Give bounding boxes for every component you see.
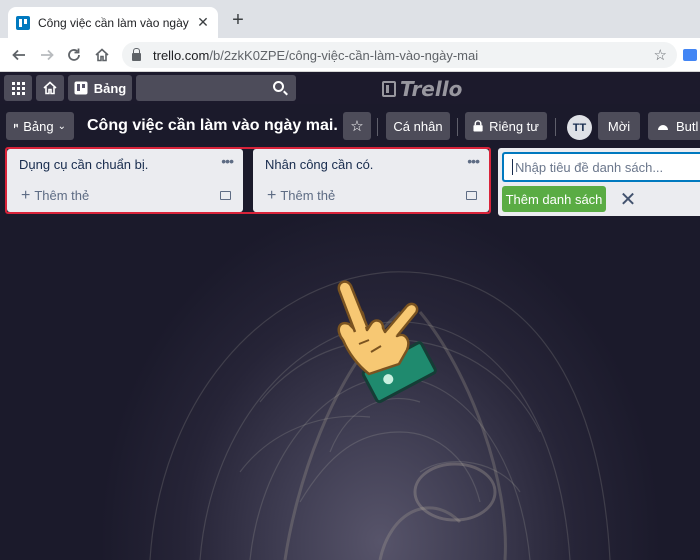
- plus-icon: +: [21, 187, 31, 204]
- add-card-label: Thêm thẻ: [34, 188, 90, 203]
- team-label: Cá nhân: [393, 118, 443, 134]
- butler-icon: [657, 125, 669, 131]
- visibility-label: Riêng tư: [489, 118, 539, 134]
- trello-logo-text: Trello: [400, 77, 463, 101]
- list-2[interactable]: Nhân công cần có. ••• + Thêm thẻ: [253, 149, 489, 212]
- apps-grid-icon[interactable]: [4, 75, 32, 101]
- new-tab-button[interactable]: +: [228, 10, 248, 30]
- invite-button[interactable]: Mời: [598, 112, 640, 140]
- star-icon: ☆: [350, 118, 364, 135]
- close-icon[interactable]: ✕: [618, 186, 638, 212]
- list-title[interactable]: Dụng cụ cần chuẩn bị.: [19, 157, 148, 172]
- more-options-icon[interactable]: •••: [467, 153, 480, 169]
- trello-logo[interactable]: Trello: [382, 77, 462, 101]
- bookmark-star-icon[interactable]: ☆: [654, 46, 667, 64]
- plus-icon: +: [267, 187, 277, 204]
- add-card-button[interactable]: + Thêm thẻ: [267, 187, 335, 205]
- board-icon: [74, 81, 88, 95]
- butler-label: Butl: [676, 118, 699, 134]
- avatar[interactable]: TT: [567, 115, 592, 140]
- url-text: trello.com/b/2zkK0ZPE/công-việc-cần-làm-…: [153, 47, 479, 63]
- list-title[interactable]: Nhân công cần có.: [265, 157, 373, 172]
- house-icon: [43, 81, 57, 95]
- add-list-button[interactable]: Thêm danh sách: [502, 186, 606, 212]
- trello-board-page: Bảng Trello Bảng ⌄ Công việc cần làm vào…: [0, 72, 700, 560]
- card-template-icon[interactable]: [220, 191, 231, 200]
- board-view-icon: [14, 123, 19, 129]
- card-template-icon[interactable]: [466, 191, 477, 200]
- browser-tab-strip: Công việc cần làm vào ngày mai. ✕ +: [0, 0, 700, 38]
- divider: [377, 118, 378, 136]
- extension-icon[interactable]: [683, 49, 697, 61]
- star-board-button[interactable]: ☆: [343, 112, 371, 140]
- trello-logo-icon: [382, 81, 396, 97]
- chevron-down-icon: ⌄: [57, 120, 66, 132]
- trello-favicon-icon: [16, 15, 30, 30]
- lock-icon: [473, 120, 483, 132]
- home-icon[interactable]: [91, 44, 113, 66]
- browser-toolbar: trello.com/b/2zkK0ZPE/công-việc-cần-làm-…: [0, 38, 700, 72]
- search-icon[interactable]: [273, 81, 284, 92]
- list-1[interactable]: Dụng cụ cần chuẩn bị. ••• + Thêm thẻ: [7, 149, 243, 212]
- visibility-button[interactable]: Riêng tư: [465, 112, 547, 140]
- add-card-label: Thêm thẻ: [280, 188, 336, 203]
- list-title-input[interactable]: Nhập tiêu đề danh sách...: [502, 152, 700, 182]
- board-header: Bảng ⌄ Công việc cần làm vào ngày mai. ☆…: [0, 110, 700, 142]
- board-title[interactable]: Công việc cần làm vào ngày mai.: [87, 117, 338, 135]
- search-input[interactable]: [136, 75, 296, 101]
- divider: [457, 118, 458, 136]
- text-caret: [512, 159, 513, 175]
- reload-icon[interactable]: [63, 44, 85, 66]
- pointing-hand-icon: [337, 280, 437, 404]
- divider: [555, 118, 556, 136]
- add-list-composer: Nhập tiêu đề danh sách... Thêm danh sách…: [498, 148, 700, 216]
- trello-header: Bảng Trello: [0, 72, 700, 104]
- board-menu-button[interactable]: Bảng ⌄: [6, 112, 74, 140]
- butler-button[interactable]: Butl: [648, 112, 700, 140]
- boards-label: Bảng: [93, 80, 127, 96]
- boards-button[interactable]: Bảng: [68, 75, 132, 101]
- back-icon[interactable]: [8, 44, 30, 66]
- board-menu-label: Bảng: [23, 118, 54, 134]
- avatar-initials: TT: [572, 121, 587, 134]
- add-card-button[interactable]: + Thêm thẻ: [21, 187, 89, 205]
- home-button[interactable]: [36, 75, 64, 101]
- team-button[interactable]: Cá nhân: [386, 112, 450, 140]
- list-title-placeholder: Nhập tiêu đề danh sách...: [515, 159, 664, 175]
- lock-icon: [132, 48, 141, 61]
- tab-close-icon[interactable]: ✕: [196, 14, 210, 31]
- address-bar[interactable]: trello.com/b/2zkK0ZPE/công-việc-cần-làm-…: [122, 42, 677, 68]
- invite-label: Mời: [607, 118, 631, 134]
- forward-icon[interactable]: [36, 44, 58, 66]
- more-options-icon[interactable]: •••: [221, 153, 234, 169]
- browser-tab[interactable]: Công việc cần làm vào ngày mai. ✕: [8, 7, 218, 38]
- tab-title: Công việc cần làm vào ngày mai.: [38, 15, 190, 30]
